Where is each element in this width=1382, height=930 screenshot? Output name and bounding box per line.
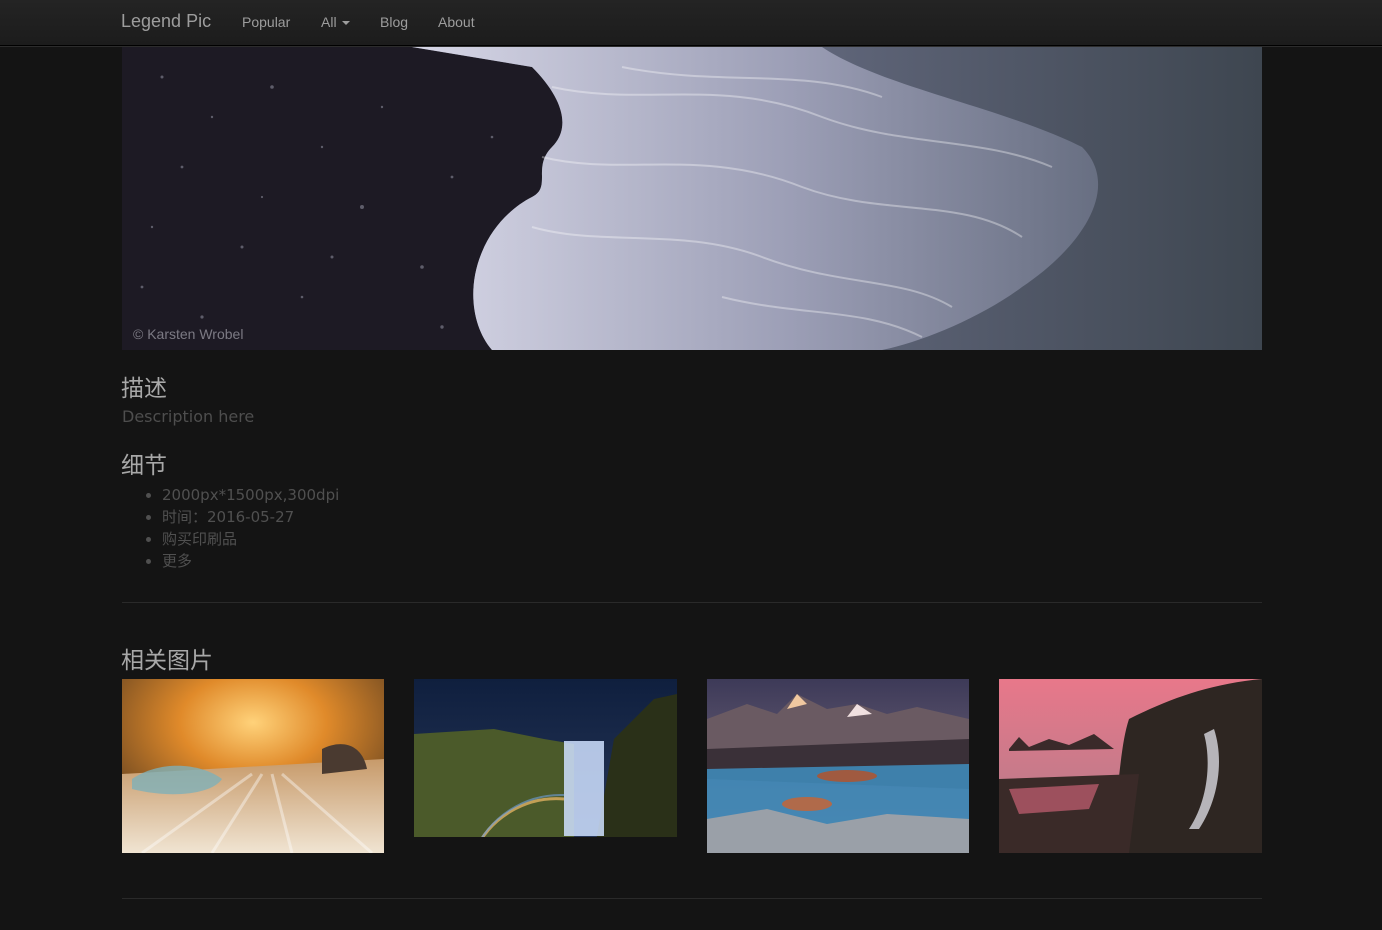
nav-item-about[interactable]: About	[438, 14, 475, 30]
details-list: 2000px*1500px,300dpi 时间：2016-05-27 购买印刷品…	[122, 484, 339, 572]
description-text: Description here	[122, 407, 255, 426]
nav-item-all-dropdown[interactable]: All	[321, 14, 350, 30]
details-heading: 细节	[121, 453, 167, 479]
detail-more[interactable]: 更多	[162, 550, 339, 572]
related-thumbnail-1[interactable]	[122, 679, 384, 853]
description-heading: 描述	[121, 376, 167, 402]
related-heading: 相关图片	[121, 648, 213, 674]
thumbnail-image	[414, 679, 677, 853]
related-thumbnail-3[interactable]	[707, 679, 969, 853]
hero-photo-black-sand-wave	[122, 47, 1262, 350]
nav-item-popular[interactable]: Popular	[242, 14, 290, 30]
related-thumbnail-2[interactable]	[414, 679, 677, 853]
nav-item-all-label: All	[321, 14, 337, 30]
detail-dimensions: 2000px*1500px,300dpi	[162, 484, 339, 506]
related-thumbnail-4[interactable]	[999, 679, 1262, 853]
divider	[122, 898, 1262, 899]
brand-logo[interactable]: Legend Pic	[121, 11, 211, 32]
divider	[122, 602, 1262, 603]
navbar: Legend Pic Popular All Blog About	[0, 0, 1382, 46]
thumbnail-image	[999, 679, 1262, 853]
thumbnail-image	[707, 679, 969, 853]
nav-item-blog[interactable]: Blog	[380, 14, 408, 30]
caret-down-icon	[341, 21, 350, 26]
thumbnail-image	[122, 679, 384, 853]
hero-image: © Karsten Wrobel	[122, 47, 1262, 350]
detail-date: 时间：2016-05-27	[162, 506, 339, 528]
detail-buy-prints[interactable]: 购买印刷品	[162, 528, 339, 550]
photo-credit: © Karsten Wrobel	[133, 326, 244, 342]
